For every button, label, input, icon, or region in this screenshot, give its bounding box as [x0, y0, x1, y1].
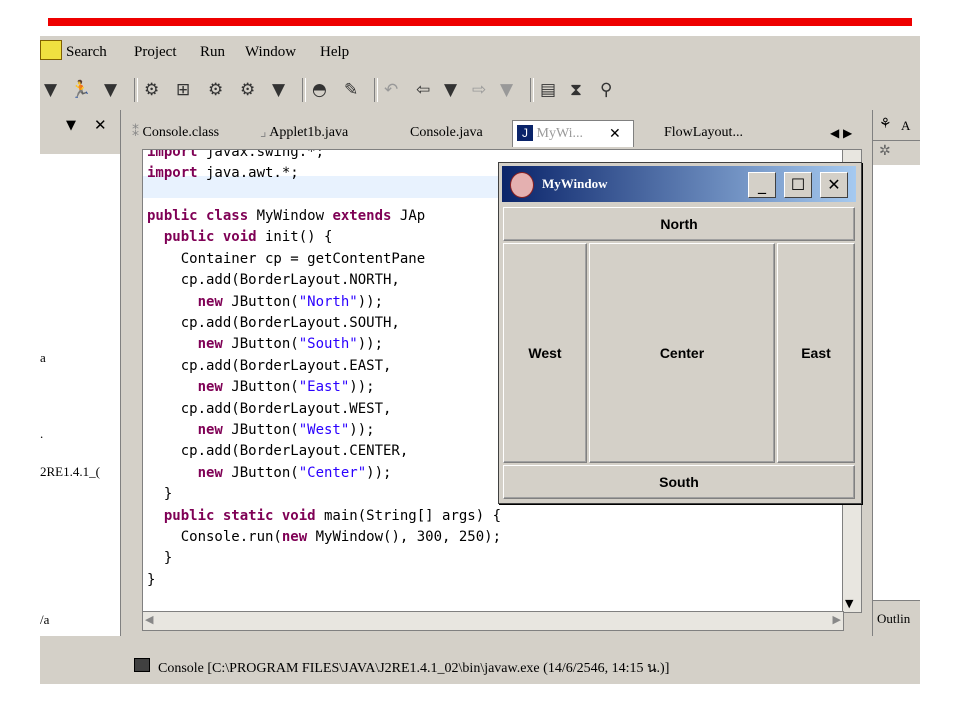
tab-console-class[interactable]: ⁑ Console.class — [132, 120, 258, 146]
toolbar: ▼ 🏃 ▼ ⚙ ⊞ ⚙ ⚙ ▼ ◓ ✎ ↶ ⇦ ▼ ⇨ ▼ ▤ ⧗ ⚲ — [40, 74, 920, 106]
minimize-icon[interactable]: _ — [748, 172, 776, 198]
right-view-panel: ⚘ A ✲ Outlin — [872, 110, 920, 637]
code-line: public class MyWindow extends JAp — [147, 208, 426, 224]
console-bar: Console [C:\PROGRAM FILES\JAVA\J2RE1.4.1… — [126, 648, 920, 684]
code-line: cp.add(BorderLayout.NORTH, — [147, 272, 400, 288]
code-line: } — [147, 550, 173, 566]
close-icon[interactable]: ✕ — [94, 116, 107, 134]
code-line: new JButton("East")); — [147, 379, 375, 395]
dropdown-arrow-icon[interactable]: ▼ — [444, 80, 457, 100]
dropdown-arrow-icon[interactable]: ▼ — [104, 80, 117, 100]
back-arrow-icon[interactable]: ⇦ — [416, 80, 430, 100]
new-class-icon[interactable]: ⚙ — [144, 80, 159, 100]
code-line: cp.add(BorderLayout.SOUTH, — [147, 315, 400, 331]
tab-mywindow[interactable]: J MyWi... ✕ — [512, 120, 634, 147]
code-line: import javax.swing.*; — [147, 149, 325, 160]
left-panel-header: ▼ ✕ — [40, 110, 120, 145]
run-icon[interactable]: 🏃 — [70, 80, 91, 100]
scroll-down-icon[interactable]: ▼ — [845, 597, 853, 610]
dropdown-arrow-icon[interactable]: ▼ — [272, 80, 285, 100]
outline-tab[interactable]: Outlin — [877, 611, 910, 627]
code-line: } — [147, 572, 156, 588]
west-button[interactable]: West — [503, 243, 587, 463]
new-interface-icon[interactable]: ⚙ — [208, 80, 223, 100]
hierarchy-icon[interactable]: ⚘ — [879, 116, 892, 132]
pin-icon[interactable]: ⚲ — [600, 80, 612, 100]
menu-help[interactable]: Help — [320, 44, 349, 61]
south-button[interactable]: South — [503, 465, 855, 499]
java-cup-icon — [510, 172, 534, 198]
code-line: new JButton("South")); — [147, 336, 384, 352]
scroll-left-icon[interactable]: ◀ — [145, 613, 153, 626]
east-button[interactable]: East — [777, 243, 855, 463]
tree-item-fragment[interactable]: a — [40, 350, 46, 366]
code-line: cp.add(BorderLayout.EAST, — [147, 358, 392, 374]
scroll-right-icon[interactable]: ▶ — [833, 613, 841, 626]
north-button[interactable]: North — [503, 207, 855, 241]
code-line: import java.awt.*; — [147, 165, 299, 181]
code-line: Console.run(new MyWindow(), 300, 250); — [147, 529, 502, 545]
menu-search[interactable]: Search — [66, 44, 107, 61]
last-edit-icon[interactable]: ↶ — [384, 80, 398, 100]
code-line: cp.add(BorderLayout.WEST, — [147, 401, 392, 417]
view-menu-icon[interactable]: ▼ — [66, 118, 76, 133]
code-line: cp.add(BorderLayout.CENTER, — [147, 443, 409, 459]
tab-applet1b-java[interactable]: ⌟ Applet1b.java — [260, 120, 390, 146]
hourglass-icon[interactable]: ⧗ — [570, 80, 582, 100]
code-line: new JButton("Center")); — [147, 465, 392, 481]
tree-item-fragment[interactable]: 2RE1.4.1_( — [40, 464, 100, 480]
mywindow-frame: MyWindow _ ☐ ✕ North West Center East So… — [498, 162, 862, 504]
left-view-panel: ▼ ✕ a . 2RE1.4.1_( /a — [40, 110, 121, 636]
pencil-icon[interactable]: ✎ — [344, 80, 358, 100]
tab-flowlayout[interactable]: FlowLayout... — [664, 120, 774, 146]
maximize-icon[interactable]: ☐ — [784, 172, 812, 198]
dropdown-arrow-icon[interactable]: ▼ — [500, 80, 513, 100]
code-line: public static void main(String[] args) { — [147, 508, 502, 524]
title-bar[interactable]: MyWindow _ ☐ ✕ — [502, 166, 856, 202]
console-title[interactable]: Console [C:\PROGRAM FILES\JAVA\J2RE1.4.1… — [158, 657, 669, 679]
tree-item-fragment[interactable]: . — [40, 426, 43, 442]
code-line: Container cp = getContentPane — [147, 251, 426, 267]
close-icon[interactable]: ✕ — [820, 172, 848, 198]
forward-arrow-icon[interactable]: ⇨ — [472, 80, 486, 100]
code-line: new JButton("North")); — [147, 294, 384, 310]
dropdown-arrow-icon[interactable]: ▼ — [44, 80, 57, 100]
tree-item-fragment[interactable]: /a — [40, 612, 49, 628]
gear-icon[interactable]: ✲ — [879, 143, 891, 159]
close-icon[interactable]: ✕ — [609, 121, 621, 147]
new-wizard-icon[interactable]: ⚙ — [240, 80, 255, 100]
new-package-icon[interactable]: ⊞ — [176, 80, 190, 100]
tab-console-java[interactable]: Console.java — [410, 120, 506, 146]
editor-tabs: ⁑ Console.class ⌟ Applet1b.java Console.… — [126, 116, 870, 148]
menu-project[interactable]: Project — [134, 44, 177, 61]
horizontal-scrollbar[interactable]: ◀ ▶ — [142, 611, 844, 631]
console-icon — [134, 658, 150, 672]
window-title: MyWindow — [542, 176, 608, 191]
code-line: public void init() { — [147, 229, 333, 245]
right-tab-label[interactable]: A — [901, 118, 910, 134]
menu-window[interactable]: Window — [245, 44, 296, 61]
open-type-icon[interactable]: ◓ — [312, 80, 327, 100]
center-button[interactable]: Center — [589, 243, 775, 463]
tab-scroll-arrows-icon[interactable]: ◀ ▶ — [830, 120, 860, 146]
code-line: new JButton("West")); — [147, 422, 375, 438]
red-top-bar — [48, 18, 912, 26]
java-file-icon: J — [517, 125, 533, 141]
menu-run[interactable]: Run — [200, 44, 225, 61]
menu-bar: Search Project Run Window Help — [40, 36, 920, 68]
search-icon[interactable] — [40, 40, 62, 60]
page-icon[interactable]: ▤ — [540, 80, 556, 100]
code-line: } — [147, 486, 173, 502]
